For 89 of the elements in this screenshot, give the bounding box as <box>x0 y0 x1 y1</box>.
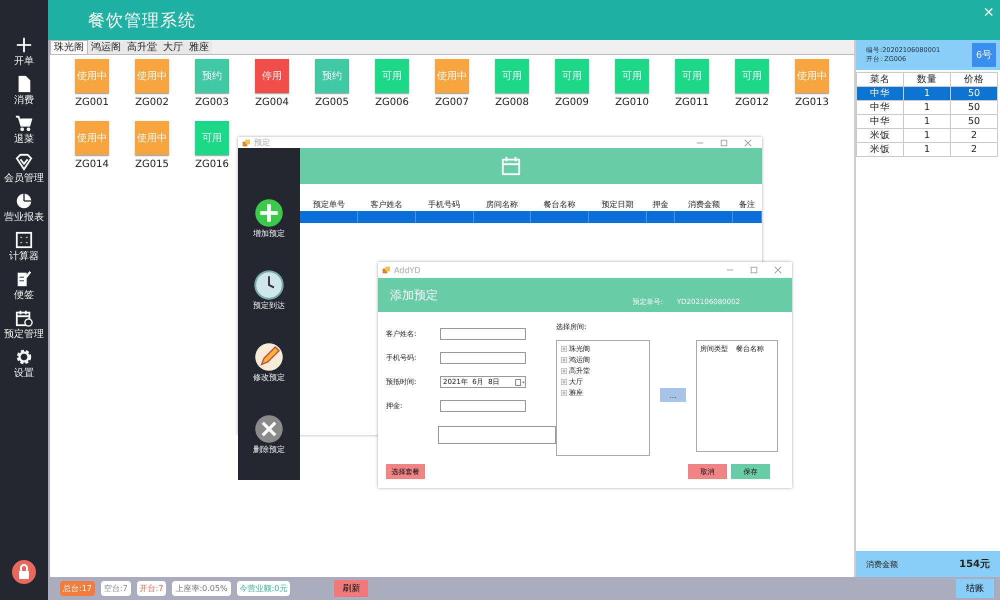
refresh-button[interactable]: 刷新 <box>334 580 368 597</box>
column-header: 手机号码 <box>415 198 474 211</box>
column-header: 备注 <box>732 198 762 211</box>
tab[interactable]: 高升堂 <box>124 41 160 54</box>
tab[interactable]: 雅座 <box>186 41 212 54</box>
sidebar-item[interactable]: 计算器 <box>0 231 48 270</box>
app-icon <box>382 266 390 274</box>
order-row[interactable]: 中华 1 50 <box>856 114 998 128</box>
sidebar-action[interactable]: 预定到达 <box>253 270 285 336</box>
order-row[interactable]: 中华 1 50 <box>856 86 998 100</box>
input-field[interactable] <box>440 328 526 340</box>
table-name: ZG005 <box>315 97 349 108</box>
table-name: ZG007 <box>435 97 469 108</box>
settings-icon <box>15 348 33 366</box>
table-name: ZG012 <box>735 97 769 108</box>
table-name: ZG008 <box>495 97 529 108</box>
app-icon <box>242 138 250 146</box>
total-label: 消费金额 <box>866 558 898 570</box>
table-name: ZG016 <box>195 159 229 170</box>
sidebar-item[interactable]: 退菜 <box>0 114 48 153</box>
sidebar-item[interactable]: 营业报表 <box>0 192 48 231</box>
tab[interactable]: 大厅 <box>160 41 186 54</box>
calendar-icon <box>15 309 33 327</box>
table-name: ZG015 <box>135 159 169 170</box>
diamond-icon <box>15 153 33 171</box>
checkout-button[interactable]: 结账 <box>956 579 994 598</box>
input-field[interactable] <box>440 400 526 412</box>
lock-icon <box>12 560 36 584</box>
total-amount: 154元 <box>959 558 990 571</box>
order-row[interactable]: 中华 1 50 <box>856 100 998 114</box>
window-title: 餐饮管理系统 <box>88 10 196 32</box>
maximize-icon <box>750 266 758 274</box>
column-header: 餐台名称 <box>530 198 588 211</box>
column-header: 押金 <box>646 198 675 211</box>
column-header: 预定日期 <box>588 198 646 211</box>
table-name: ZG014 <box>75 159 109 170</box>
table-name: ZG001 <box>75 97 109 108</box>
remark-field[interactable] <box>438 426 556 444</box>
pencil-icon <box>254 342 284 372</box>
stat-label: 总台:17 <box>60 581 95 596</box>
pick-button[interactable]: ... <box>660 388 686 402</box>
column-header: 消费金额 <box>674 198 733 211</box>
column-header: 房间名称 <box>473 198 531 211</box>
table-name: ZG006 <box>375 97 409 108</box>
sidebar-item[interactable]: 预定管理 <box>0 309 48 348</box>
plus-icon <box>15 36 33 54</box>
stat-label: 今营业额:0元 <box>236 581 290 596</box>
window-title: AddYD <box>394 266 421 274</box>
sidebar-action[interactable]: 修改预定 <box>253 342 285 408</box>
window-title: 预定 <box>254 137 270 148</box>
cart-icon <box>15 114 33 132</box>
column-header: 客户姓名 <box>358 198 416 211</box>
sidebar-item[interactable]: 会员管理 <box>0 153 48 192</box>
pie-chart-icon <box>15 192 33 210</box>
close-icon <box>774 266 782 274</box>
calendar-dropdown-icon <box>515 378 525 386</box>
table-name: ZG004 <box>255 97 289 108</box>
plus-circle-icon <box>254 198 284 228</box>
column-header: 菜名 <box>856 72 904 86</box>
close-icon <box>744 138 752 146</box>
table-name: ZG013 <box>795 97 829 108</box>
stat-label: 空台:7 <box>100 581 131 596</box>
calculator-icon <box>15 231 33 249</box>
order-row[interactable]: 米饭 1 2 <box>856 128 998 142</box>
sidebar-item[interactable]: 设置 <box>0 348 48 387</box>
table-tile[interactable]: 停用 <box>255 59 289 93</box>
maximize-icon <box>720 138 728 146</box>
tab[interactable]: 珠光阁 <box>50 40 88 54</box>
table-name: ZG011 <box>675 97 709 108</box>
notepad-icon <box>15 270 33 288</box>
input-field[interactable] <box>440 352 526 364</box>
sidebar-action[interactable]: 增加预定 <box>253 198 285 264</box>
table-name: ZG009 <box>555 97 589 108</box>
sidebar-item[interactable]: 消费 <box>0 75 48 114</box>
sidebar-action[interactable]: 删除预定 <box>253 414 285 480</box>
table-name: ZG003 <box>195 97 229 108</box>
clock-icon <box>254 270 284 300</box>
dialog-heading: 添加预定 <box>390 286 438 304</box>
stat-label: 上座率:0.05% <box>172 581 231 596</box>
stat-label: 开台:7 <box>136 581 166 596</box>
table-name: ZG002 <box>135 97 169 108</box>
order-row[interactable]: 米饭 1 2 <box>856 142 998 156</box>
tab[interactable]: 鸿运阁 <box>88 41 124 54</box>
delete-circle-icon <box>254 414 284 444</box>
column-header: 预定单号 <box>300 198 358 211</box>
table-name: ZG010 <box>615 97 649 108</box>
calendar-icon <box>501 156 521 176</box>
sidebar-item[interactable]: 便签 <box>0 270 48 309</box>
sidebar-item[interactable]: 开单 <box>0 36 48 75</box>
